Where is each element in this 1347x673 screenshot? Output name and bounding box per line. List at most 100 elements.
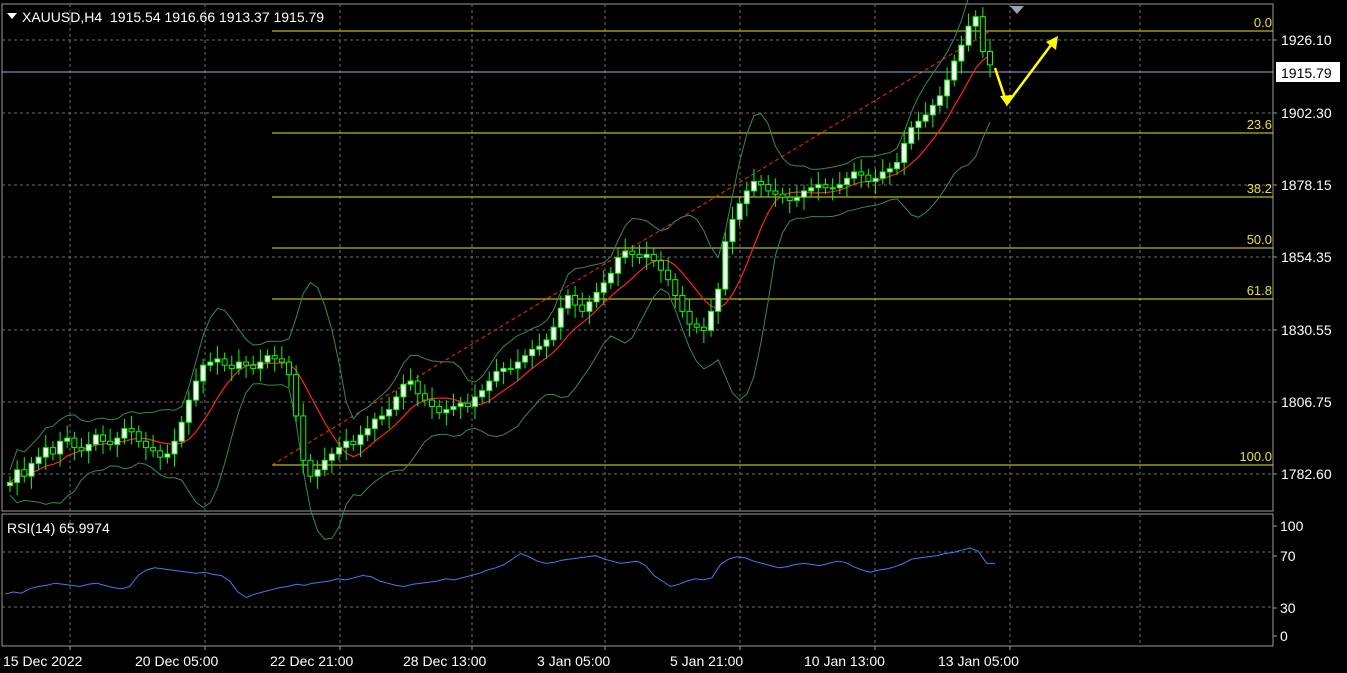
candle-body[interactable] bbox=[7, 481, 13, 487]
candle-body[interactable] bbox=[636, 253, 643, 259]
candle-body[interactable] bbox=[829, 187, 836, 190]
candle-body[interactable] bbox=[936, 95, 943, 106]
candle-body[interactable] bbox=[901, 142, 908, 163]
candle-body[interactable] bbox=[429, 399, 436, 407]
candle-body[interactable] bbox=[221, 358, 228, 366]
candle-body[interactable] bbox=[958, 44, 965, 62]
trading-chart[interactable]: 0.0 23.6 38.2 50.0 61.8 100.0 100 70 30 0 1926.1… bbox=[0, 0, 1347, 673]
candle-body[interactable] bbox=[14, 469, 21, 483]
candle-body[interactable] bbox=[264, 355, 271, 363]
candle-body[interactable] bbox=[586, 301, 593, 312]
candle-body[interactable] bbox=[364, 428, 371, 436]
candle-body[interactable] bbox=[772, 190, 779, 195]
candle-body[interactable] bbox=[378, 415, 385, 420]
candle-body[interactable] bbox=[64, 437, 71, 442]
candle-body[interactable] bbox=[293, 374, 300, 417]
candle-body[interactable] bbox=[965, 25, 972, 46]
candle-body[interactable] bbox=[572, 295, 579, 306]
candle-body[interactable] bbox=[250, 364, 257, 369]
candle-body[interactable] bbox=[672, 279, 679, 297]
candle-body[interactable] bbox=[700, 326, 707, 331]
candle-body[interactable] bbox=[758, 180, 765, 186]
candle-body[interactable] bbox=[178, 421, 185, 442]
candle-body[interactable] bbox=[28, 462, 35, 477]
candle-body[interactable] bbox=[750, 180, 757, 192]
candle-body[interactable] bbox=[872, 177, 879, 182]
candle-body[interactable] bbox=[450, 405, 457, 411]
candle-body[interactable] bbox=[987, 51, 993, 66]
candle-body[interactable] bbox=[400, 383, 407, 398]
candle-body[interactable] bbox=[200, 364, 207, 382]
candle-body[interactable] bbox=[443, 409, 450, 414]
candle-body[interactable] bbox=[786, 196, 793, 201]
candle-body[interactable] bbox=[285, 361, 292, 376]
candle-body[interactable] bbox=[922, 114, 929, 122]
candle-body[interactable] bbox=[722, 241, 729, 290]
candle-body[interactable] bbox=[57, 440, 64, 455]
candle-body[interactable] bbox=[71, 437, 78, 449]
candle-body[interactable] bbox=[944, 79, 951, 97]
candle-body[interactable] bbox=[300, 415, 307, 461]
annotation-arrows[interactable] bbox=[993, 36, 1058, 107]
candle-body[interactable] bbox=[665, 269, 672, 281]
candle-body[interactable] bbox=[214, 358, 221, 363]
price-axis[interactable]: 1926.10 1902.30 1878.15 1854.35 1830.55 1806.… bbox=[1273, 32, 1340, 482]
fibonacci-retracement[interactable]: 0.0 23.6 38.2 50.0 61.8 100.0 bbox=[2, 15, 1273, 466]
candle-body[interactable] bbox=[142, 440, 149, 449]
candle-body[interactable] bbox=[21, 469, 28, 477]
candle-body[interactable] bbox=[371, 418, 378, 430]
candle-body[interactable] bbox=[171, 440, 178, 455]
candle-body[interactable] bbox=[908, 127, 915, 144]
candle-body[interactable] bbox=[979, 16, 986, 53]
candle-body[interactable] bbox=[350, 440, 357, 445]
candle-body[interactable] bbox=[679, 295, 686, 312]
candle-body[interactable] bbox=[150, 447, 157, 452]
candle-body[interactable] bbox=[650, 253, 657, 262]
candle-body[interactable] bbox=[42, 447, 49, 458]
candle-body[interactable] bbox=[879, 171, 886, 179]
candle-body[interactable] bbox=[557, 307, 564, 328]
candle-body[interactable] bbox=[386, 409, 393, 417]
candle-body[interactable] bbox=[729, 218, 736, 243]
candle-body[interactable] bbox=[657, 260, 664, 271]
candle-body[interactable] bbox=[915, 120, 922, 129]
candle-body[interactable] bbox=[500, 367, 507, 373]
candle-body[interactable] bbox=[228, 364, 235, 369]
candle-body[interactable] bbox=[164, 453, 171, 458]
candle-body[interactable] bbox=[421, 393, 428, 401]
candle-body[interactable] bbox=[643, 253, 650, 259]
candle-body[interactable] bbox=[307, 459, 314, 477]
candle-body[interactable] bbox=[808, 187, 815, 192]
candle-body[interactable] bbox=[629, 250, 636, 255]
candle-body[interactable] bbox=[336, 447, 343, 455]
candle-body[interactable] bbox=[314, 469, 321, 477]
candle-body[interactable] bbox=[894, 161, 901, 170]
candle-body[interactable] bbox=[686, 310, 693, 325]
candle-body[interactable] bbox=[622, 250, 629, 259]
candle-body[interactable] bbox=[278, 358, 285, 363]
candle-body[interactable] bbox=[843, 177, 850, 186]
candle-body[interactable] bbox=[207, 361, 214, 366]
candle-body[interactable] bbox=[836, 184, 843, 189]
candle-body[interactable] bbox=[822, 184, 829, 189]
candle-body[interactable] bbox=[865, 174, 872, 182]
candle-body[interactable] bbox=[393, 396, 400, 411]
time-axis[interactable]: 15 Dec 2022 20 Dec 05:00 22 Dec 21:00 28 De… bbox=[3, 646, 1019, 669]
candlestick-series[interactable] bbox=[7, 7, 993, 496]
candle-body[interactable] bbox=[243, 361, 250, 366]
candle-body[interactable] bbox=[536, 345, 543, 350]
candle-body[interactable] bbox=[128, 428, 135, 433]
candle-body[interactable] bbox=[99, 434, 106, 442]
candle-body[interactable] bbox=[765, 184, 772, 192]
candle-body[interactable] bbox=[693, 323, 700, 328]
triangle-down-icon[interactable] bbox=[7, 13, 17, 19]
candle-body[interactable] bbox=[507, 367, 514, 370]
candle-body[interactable] bbox=[851, 171, 858, 179]
candle-body[interactable] bbox=[886, 168, 893, 173]
candle-body[interactable] bbox=[436, 405, 443, 414]
candle-body[interactable] bbox=[121, 428, 128, 439]
scroll-marker-icon[interactable] bbox=[1010, 6, 1024, 14]
candle-body[interactable] bbox=[35, 456, 42, 464]
candle-body[interactable] bbox=[343, 440, 350, 449]
candle-body[interactable] bbox=[607, 272, 614, 284]
